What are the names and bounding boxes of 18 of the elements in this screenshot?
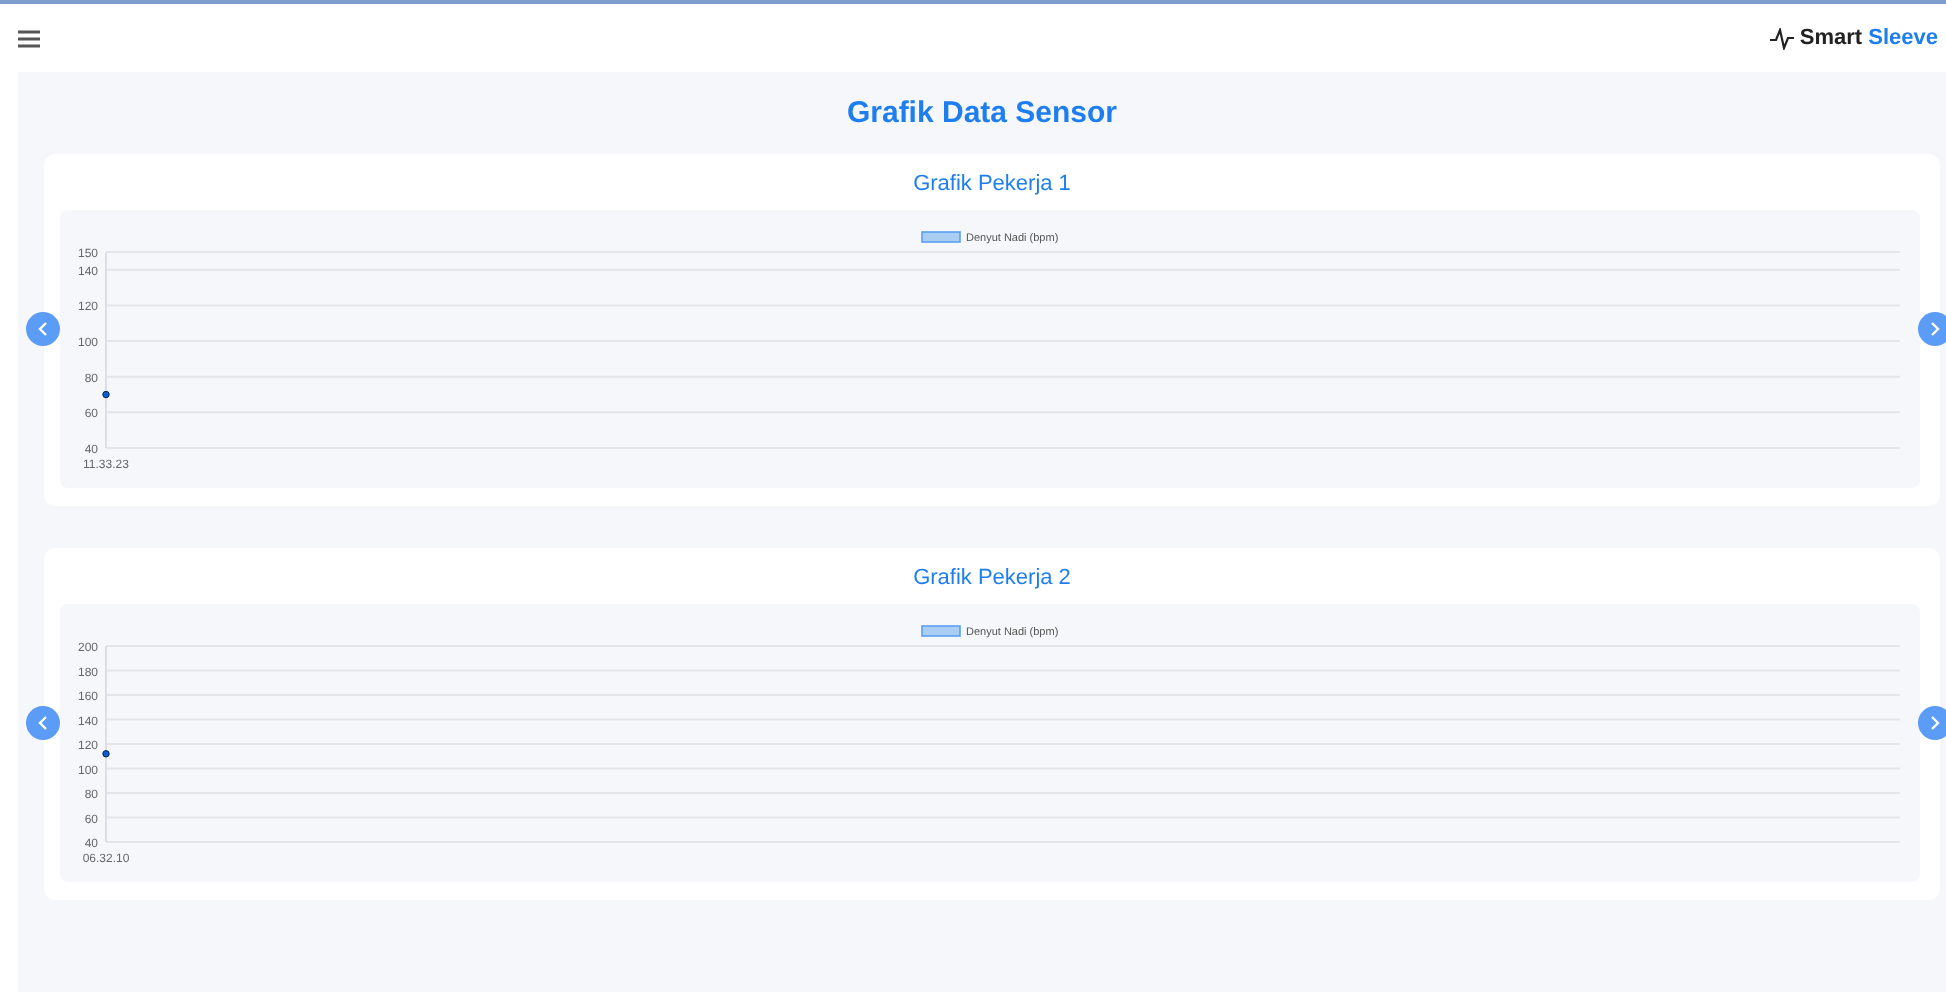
card-title: Grafik Pekerja 1 (911, 170, 1073, 198)
brand-logo[interactable]: Smart Sleeve (1799, 21, 1938, 55)
previous-button[interactable] (26, 706, 60, 740)
chevron-right-icon (1930, 716, 1940, 730)
data-point (102, 390, 110, 399)
menu-icon[interactable] (18, 29, 40, 47)
page-title: Grafik Data Sensor (844, 96, 1120, 132)
data-point (102, 750, 110, 758)
next-button[interactable] (1918, 706, 1946, 740)
pulse-icon (1769, 27, 1794, 49)
chevron-left-icon (38, 322, 48, 336)
chevron-right-icon (1930, 322, 1940, 336)
card-title: Grafik Pekerja 2 (911, 564, 1073, 592)
legend-swatch (921, 231, 961, 243)
legend-swatch (921, 625, 961, 637)
chevron-left-icon (38, 716, 48, 730)
previous-button[interactable] (26, 312, 60, 346)
next-button[interactable] (1918, 312, 1946, 346)
